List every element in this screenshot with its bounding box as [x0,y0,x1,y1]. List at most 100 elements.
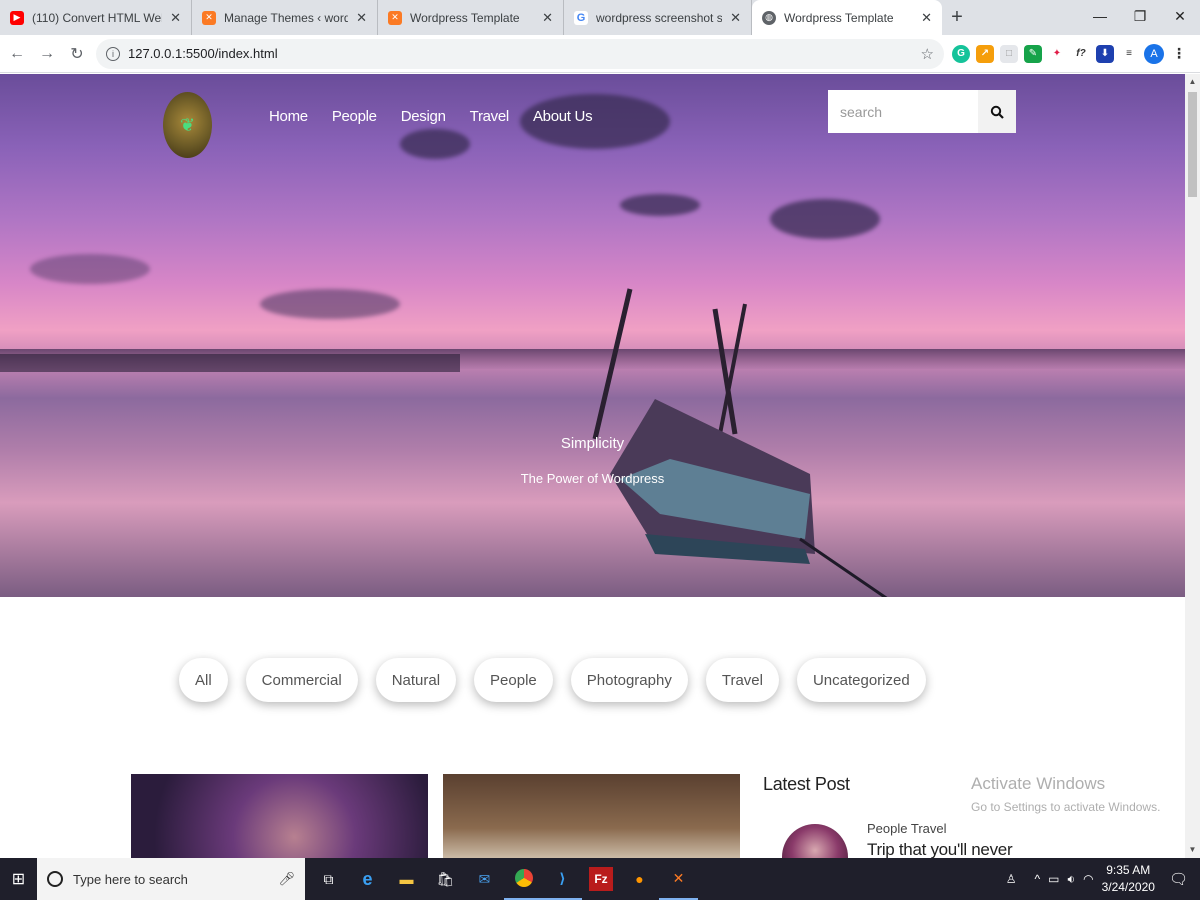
category-all[interactable]: All [179,658,228,702]
profile-avatar[interactable]: A [1144,43,1164,64]
people-icon[interactable]: ♙ [1006,872,1017,886]
edge-icon[interactable]: e [348,858,387,900]
browser-tab[interactable]: ▶ (110) Convert HTML Website Into ✕ [0,0,192,35]
volume-icon[interactable]: 🔉︎ [1068,872,1076,887]
browser-tab-active[interactable]: ◍ Wordpress Template ✕ [752,0,942,35]
category-commercial[interactable]: Commercial [245,658,358,702]
close-tab-icon[interactable]: ✕ [356,10,367,26]
hero-title: Simplicity [560,435,625,452]
xampp-taskbar-icon[interactable]: ✕ [659,858,698,900]
download-extension-icon[interactable]: ⬇ [1096,44,1114,63]
firefox-icon[interactable]: ● [620,858,659,900]
cloud-shape [620,194,700,216]
info-icon[interactable]: i [106,46,120,61]
latest-post-heading: Latest Post [763,774,850,794]
microphone-icon[interactable]: 🎤︎ [278,871,295,887]
latest-post-category[interactable]: People Travel [867,821,947,836]
category-uncategorized[interactable]: Uncategorized [796,658,926,702]
latest-post-thumbnail[interactable] [782,824,848,858]
scroll-down-icon[interactable]: ▼ [1185,842,1200,858]
browser-tab[interactable]: ✕ Manage Themes ‹ wordpress — V ✕ [192,0,378,35]
menu-kebab-icon[interactable]: ⋮ [1170,44,1188,63]
nav-home[interactable]: Home [269,108,308,125]
globe-icon: ◍ [762,10,776,25]
category-people[interactable]: People [474,658,553,702]
pier-silhouette [0,354,460,372]
maximize-icon[interactable]: ❐ [1120,0,1160,32]
filezilla-icon[interactable]: Fz [589,867,613,891]
forward-icon[interactable]: → [34,45,60,63]
eyedropper-icon[interactable]: ✎ [1024,44,1042,63]
address-bar[interactable]: i 127.0.0.1:5500/index.html ☆ [96,38,944,69]
browser-tab-strip: ▶ (110) Convert HTML Website Into ✕ ✕ Ma… [0,0,1200,35]
reload-icon[interactable]: ↻ [64,44,90,64]
site-logo[interactable]: ❦ [163,92,212,158]
store-icon[interactable]: 🛍︎ [426,858,465,900]
wifi-icon[interactable]: ◠ [1083,872,1093,886]
tab-title: Wordpress Template [784,10,894,25]
windows-taskbar: ⊞ Type here to search 🎤︎ ⧉ e ▬ 🛍︎ ✉ ⟩ Fz… [0,858,1200,900]
bookmark-star-icon[interactable]: ☆ [921,45,934,63]
minimize-icon[interactable]: — [1080,0,1120,32]
main-nav: Home People Design Travel About Us [269,108,593,125]
notifications-icon[interactable]: 🗨︎ [1169,870,1188,888]
tab-title: wordpress screenshot size - Goo [596,10,723,25]
show-hidden-icons[interactable]: ^ [1035,872,1041,886]
system-tray: ♙ ^ ▭ 🔉︎ ◠ 9:35 AM 3/24/2020 🗨︎ [1006,858,1200,900]
search-button[interactable] [978,90,1016,133]
nav-people[interactable]: People [332,108,377,125]
clock-time: 9:35 AM [1106,863,1151,877]
category-filter: All Commercial Natural People Photograph… [179,658,926,702]
category-natural[interactable]: Natural [375,658,457,702]
browser-toolbar: ← → ↻ i 127.0.0.1:5500/index.html ☆ G ↗ … [0,35,1200,73]
close-window-icon[interactable]: ✕ [1160,0,1200,32]
scroll-up-icon[interactable]: ▲ [1185,74,1200,90]
scrollbar-thumb[interactable] [1188,92,1197,197]
vscode-icon[interactable]: ⟩ [543,858,582,900]
task-view-icon[interactable]: ⧉ [309,858,348,900]
url-text[interactable]: 127.0.0.1:5500/index.html [128,46,921,61]
reading-list-icon[interactable]: ≡ [1120,44,1138,63]
category-photography[interactable]: Photography [570,658,688,702]
post-card-image[interactable] [131,774,428,858]
close-tab-icon[interactable]: ✕ [170,10,181,26]
post-card-image[interactable] [443,774,740,858]
blank-extension-icon[interactable]: □ [1000,44,1018,63]
nav-design[interactable]: Design [401,108,446,125]
taskbar-apps: ⧉ e ▬ 🛍︎ ✉ ⟩ Fz ● ✕ [309,858,698,900]
grammarly-icon[interactable]: G [952,44,970,63]
nav-about-us[interactable]: About Us [533,108,593,125]
back-icon[interactable]: ← [4,45,30,63]
nav-travel[interactable]: Travel [470,108,510,125]
latest-post-title[interactable]: Trip that you'll never [867,840,1013,858]
close-tab-icon[interactable]: ✕ [730,10,741,26]
close-tab-icon[interactable]: ✕ [921,10,932,26]
browser-tab[interactable]: G wordpress screenshot size - Goo ✕ [564,0,752,35]
ruler-extension-icon[interactable]: ✦ [1048,44,1066,63]
cloud-shape [260,289,400,319]
analytics-extension-icon[interactable]: ↗ [976,44,994,63]
font-extension-icon[interactable]: f? [1072,44,1090,63]
taskbar-search-placeholder: Type here to search [73,871,188,887]
search-input[interactable] [828,90,978,133]
browser-tab[interactable]: ✕ Wordpress Template ✕ [378,0,564,35]
clock-date: 3/24/2020 [1101,880,1155,894]
close-tab-icon[interactable]: ✕ [542,10,553,26]
activate-windows-watermark: Activate Windows Go to Settings to activ… [971,774,1160,814]
hero-banner: ❦ Home People Design Travel About Us Sim… [0,74,1185,597]
file-explorer-icon[interactable]: ▬ [387,858,426,900]
new-tab-button[interactable]: + [942,0,972,35]
search-icon [990,105,1004,119]
mail-icon[interactable]: ✉ [465,858,504,900]
windows-start-icon[interactable]: ⊞ [0,858,37,900]
taskbar-search[interactable]: Type here to search 🎤︎ [37,858,305,900]
chrome-icon[interactable] [504,858,543,900]
watermark-subtitle: Go to Settings to activate Windows. [971,800,1161,814]
category-travel[interactable]: Travel [705,658,779,702]
leaf-icon: ❦ [179,114,196,135]
taskbar-clock[interactable]: 9:35 AM 3/24/2020 [1102,862,1155,896]
tab-title: (110) Convert HTML Website Into [32,10,162,25]
page-scrollbar[interactable]: ▲ ▼ [1185,74,1200,858]
xampp-icon: ✕ [388,10,402,25]
battery-icon[interactable]: ▭ [1048,872,1059,886]
